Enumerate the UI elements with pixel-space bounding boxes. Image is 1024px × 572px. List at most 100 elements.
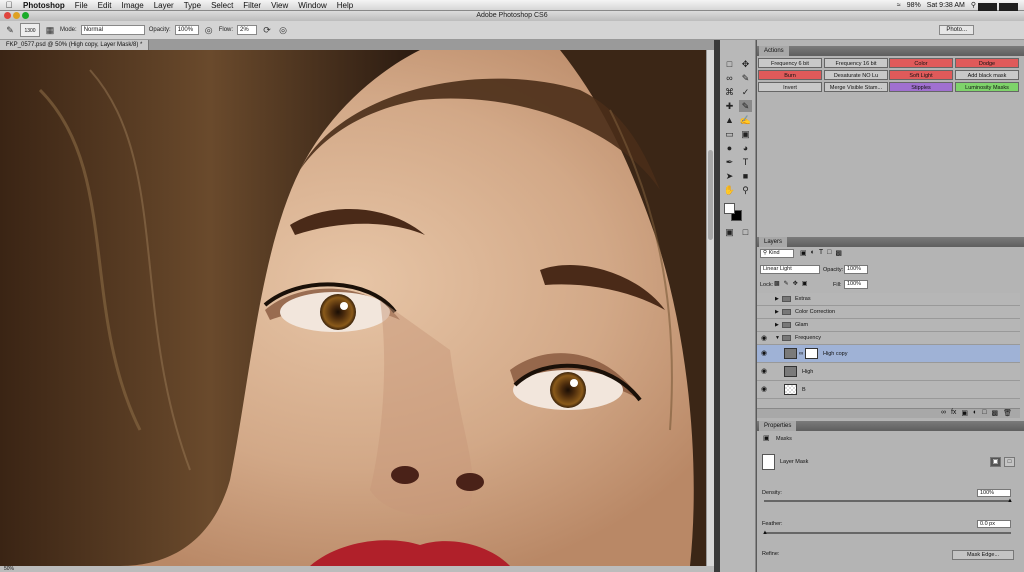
path-selection-tool-icon[interactable]: ➤: [723, 170, 736, 182]
menu-photoshop[interactable]: Photoshop: [18, 1, 70, 10]
menu-filter[interactable]: Filter: [238, 1, 266, 10]
layer-row[interactable]: ◉ ▼ Frequency: [757, 332, 1020, 345]
foreground-color-swatch[interactable]: [724, 203, 735, 214]
adjustment-filter-icon[interactable]: ◐: [811, 249, 815, 258]
menu-help[interactable]: Help: [332, 1, 358, 10]
menu-view[interactable]: View: [266, 1, 293, 10]
layer-row[interactable]: ◉ B: [757, 381, 1020, 399]
layer-row[interactable]: ◉ High: [757, 363, 1020, 381]
group-expand-arrow-icon[interactable]: ▶: [775, 319, 779, 332]
layer-visibility-eye-icon[interactable]: ◉: [761, 363, 767, 381]
shape-tool-icon[interactable]: ■: [739, 170, 752, 182]
type-tool-icon[interactable]: T: [739, 156, 752, 168]
move-tool-icon[interactable]: ✥: [739, 58, 752, 70]
layer-style-icon[interactable]: fx: [951, 409, 956, 418]
layer-visibility-eye-icon[interactable]: ◉: [761, 332, 767, 345]
apple-menu-icon[interactable]: : [0, 0, 18, 10]
group-expand-arrow-icon[interactable]: ▶: [775, 293, 779, 306]
pixel-mask-button[interactable]: ▣: [990, 457, 1001, 467]
blur-tool-icon[interactable]: ●: [723, 142, 736, 154]
adjustment-layer-icon[interactable]: ◐: [973, 409, 977, 418]
action-button[interactable]: Merge Visible Stam...: [824, 82, 888, 92]
menubar-clock[interactable]: Sat 9:38 AM: [927, 2, 965, 9]
layer-row[interactable]: ▶ Color Correction: [757, 306, 1020, 319]
add-mask-icon[interactable]: ▣: [961, 409, 968, 418]
layer-visibility-eye-icon[interactable]: ◉: [761, 381, 767, 399]
action-button[interactable]: Frequency 16 bit: [824, 58, 888, 68]
mode-select[interactable]: Normal: [80, 25, 145, 35]
eraser-tool-icon[interactable]: ▭: [723, 128, 736, 140]
eyedropper-tool-icon[interactable]: ✓: [739, 86, 752, 98]
group-expand-arrow-icon[interactable]: ▶: [775, 306, 779, 319]
action-button[interactable]: Stipples: [889, 82, 953, 92]
actions-panel-tab[interactable]: Actions: [759, 46, 789, 56]
crop-tool-icon[interactable]: ⌘: [723, 86, 736, 98]
lock-position-icon[interactable]: ✥: [793, 280, 798, 289]
feather-slider-handle[interactable]: ▲: [762, 530, 768, 536]
menu-edit[interactable]: Edit: [93, 1, 117, 10]
layers-panel-tab[interactable]: Layers: [759, 237, 788, 247]
airbrush-icon[interactable]: ⟳: [261, 24, 273, 36]
action-button[interactable]: Color: [889, 58, 953, 68]
pixel-filter-icon[interactable]: ▣: [800, 249, 807, 258]
brush-size-picker[interactable]: 1300: [20, 23, 40, 37]
opacity-field[interactable]: 100%: [174, 25, 199, 35]
layer-row[interactable]: ◉ ∞ High copy: [757, 345, 1020, 363]
properties-panel-tab[interactable]: Properties: [759, 421, 797, 431]
zoom-readout[interactable]: 50%: [4, 566, 14, 572]
brush-panel-toggle-icon[interactable]: ▦: [44, 24, 56, 36]
screen-mode-icon[interactable]: □: [739, 226, 752, 238]
new-layer-icon[interactable]: ▩: [991, 409, 998, 418]
menu-layer[interactable]: Layer: [149, 1, 179, 10]
action-button[interactable]: Dodge: [955, 58, 1019, 68]
layer-row[interactable]: ▶ Extras: [757, 293, 1020, 306]
vector-mask-button[interactable]: □: [1004, 457, 1015, 467]
history-brush-tool-icon[interactable]: ✍: [739, 114, 752, 126]
menu-select[interactable]: Select: [206, 1, 238, 10]
lock-image-icon[interactable]: ✎: [784, 280, 789, 289]
quick-select-tool-icon[interactable]: ✎: [739, 72, 752, 84]
lock-transparent-icon[interactable]: ▩: [774, 280, 780, 289]
gradient-tool-icon[interactable]: ▣: [739, 128, 752, 140]
density-slider[interactable]: [764, 500, 1011, 502]
menu-file[interactable]: File: [70, 1, 93, 10]
pressure-opacity-icon[interactable]: ◎: [203, 24, 215, 36]
workspace-switcher[interactable]: Photo...: [939, 25, 974, 35]
density-field[interactable]: 100%: [977, 489, 1011, 497]
document-tab[interactable]: FKP_0577.psd @ 50% (High copy, Layer Mas…: [0, 40, 150, 50]
delete-layer-icon[interactable]: 🗑: [1003, 409, 1012, 418]
hand-tool-icon[interactable]: ✋: [723, 184, 736, 196]
action-button[interactable]: Invert: [758, 82, 822, 92]
type-filter-icon[interactable]: T: [819, 249, 823, 258]
wifi-icon[interactable]: ≈: [897, 2, 901, 9]
zoom-tool-icon[interactable]: ⚲: [739, 184, 752, 196]
fill-field[interactable]: 100%: [844, 280, 868, 289]
mask-link-icon[interactable]: ∞: [799, 345, 803, 363]
layer-visibility-eye-icon[interactable]: ◉: [761, 345, 767, 363]
dodge-tool-icon[interactable]: ◕: [739, 142, 752, 154]
marquee-tool-icon[interactable]: □: [723, 58, 736, 70]
smart-object-filter-icon[interactable]: ▩: [835, 249, 842, 258]
action-button[interactable]: Soft Light: [889, 70, 953, 80]
feather-field[interactable]: 0.0 px: [977, 520, 1011, 528]
pen-tool-icon[interactable]: ✒: [723, 156, 736, 168]
lock-all-icon[interactable]: ▣: [802, 280, 808, 289]
menu-image[interactable]: Image: [116, 1, 148, 10]
lasso-tool-icon[interactable]: ∞: [723, 72, 736, 84]
flow-field[interactable]: 2%: [237, 25, 258, 35]
healing-brush-tool-icon[interactable]: ✚: [723, 100, 736, 112]
blend-mode-select[interactable]: Linear Light: [760, 265, 820, 274]
action-button[interactable]: Desaturate NO Lu: [824, 70, 888, 80]
density-slider-handle[interactable]: ▲: [1007, 498, 1013, 504]
menu-window[interactable]: Window: [293, 1, 331, 10]
brush-tool-icon[interactable]: ✎: [739, 100, 752, 112]
quick-mask-icon[interactable]: ▣: [723, 226, 736, 238]
shape-filter-icon[interactable]: □: [827, 249, 831, 258]
group-collapse-arrow-icon[interactable]: ▼: [775, 332, 780, 345]
spotlight-search-icon[interactable]: ⚲: [971, 1, 976, 9]
action-button[interactable]: Luminosity Masks: [955, 82, 1019, 92]
layer-opacity-field[interactable]: 100%: [844, 265, 868, 274]
close-window-button[interactable]: [4, 12, 11, 19]
battery-percent[interactable]: 98%: [907, 2, 921, 9]
pressure-size-icon[interactable]: ◎: [277, 24, 289, 36]
